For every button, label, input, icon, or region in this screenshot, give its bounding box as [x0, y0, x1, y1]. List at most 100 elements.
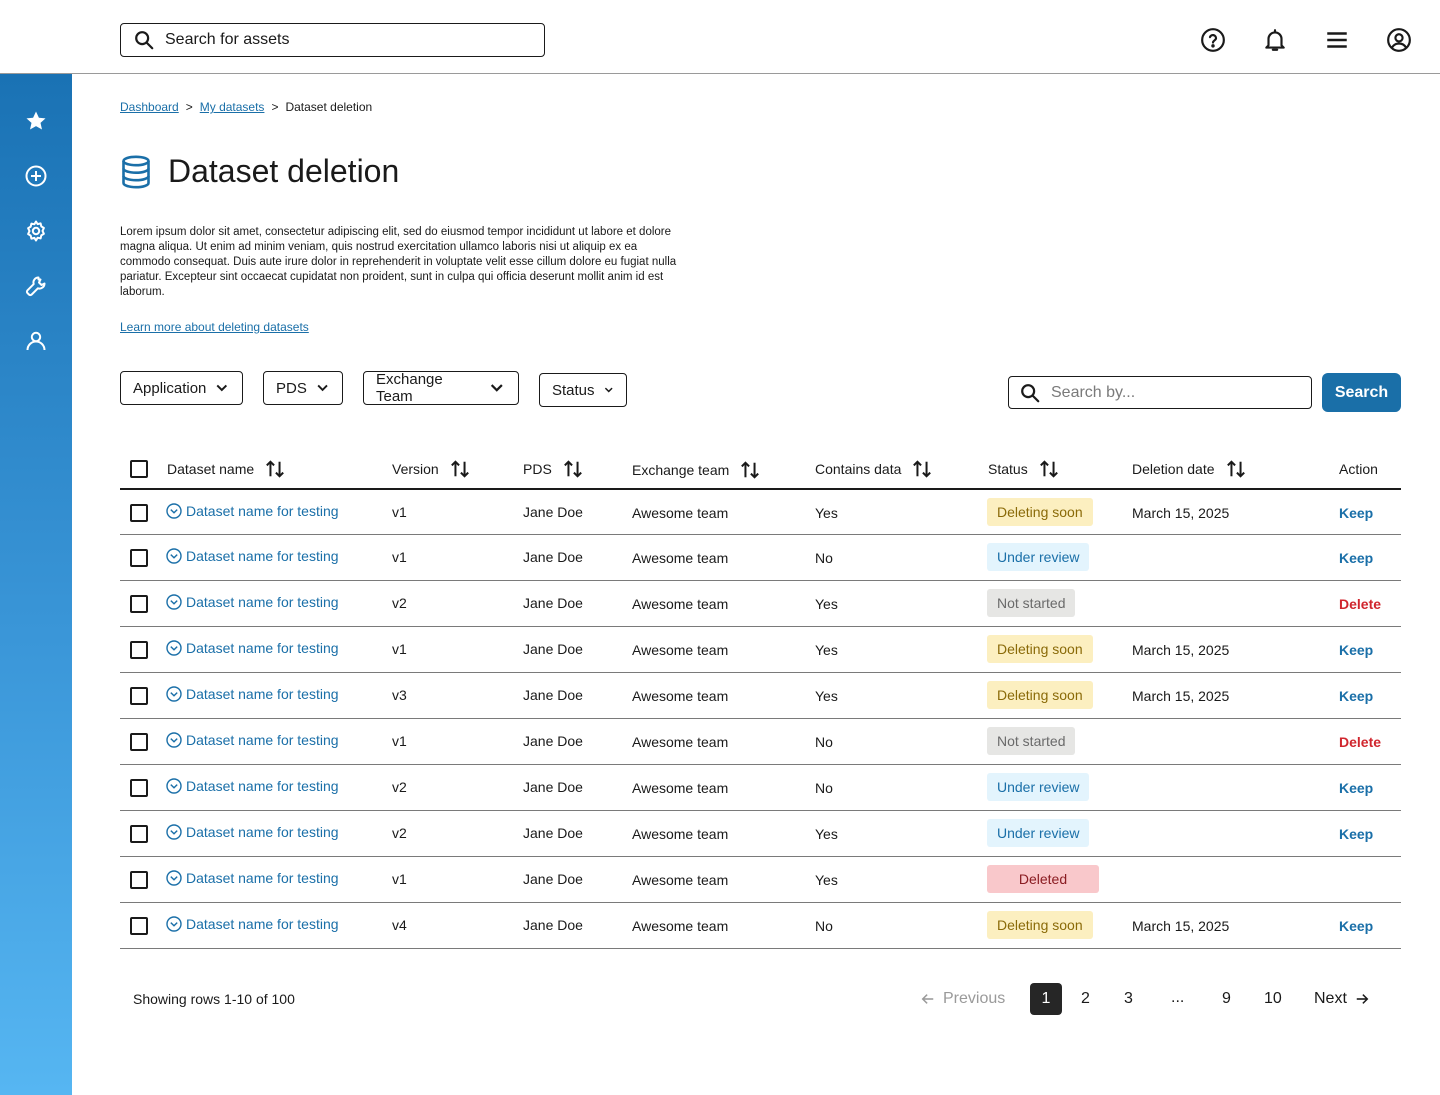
- sort-icon[interactable]: [562, 459, 584, 479]
- sort-icon[interactable]: [1038, 459, 1060, 479]
- global-search[interactable]: [120, 23, 545, 57]
- table-row: Dataset name for testing v4 Jane Doe Awesom…: [120, 903, 1401, 949]
- previous-page-button[interactable]: Previous: [921, 990, 1005, 1008]
- keep-action-button[interactable]: Keep: [1339, 642, 1373, 658]
- search-icon: [1021, 383, 1040, 402]
- column-header-contains-data[interactable]: Contains data: [815, 459, 933, 479]
- sort-icon[interactable]: [911, 459, 933, 479]
- sort-icon[interactable]: [1225, 459, 1247, 479]
- version-cell: v1: [392, 641, 407, 657]
- chevron-down-icon: [216, 384, 228, 392]
- dataset-name-link[interactable]: Dataset name for testing: [166, 503, 339, 519]
- delete-action-button[interactable]: Delete: [1339, 734, 1381, 750]
- filter-exchange-team[interactable]: Exchange Team: [363, 371, 519, 405]
- previous-label: Previous: [943, 990, 1006, 1007]
- row-checkbox[interactable]: [130, 779, 148, 797]
- gear-icon[interactable]: [24, 220, 48, 242]
- filter-application[interactable]: Application: [120, 371, 243, 405]
- dataset-name: Dataset name for testing: [186, 732, 339, 748]
- page-header: Dataset deletion: [120, 153, 399, 190]
- row-checkbox[interactable]: [130, 825, 148, 843]
- column-header-action: Action: [1339, 461, 1378, 477]
- dataset-name-link[interactable]: Dataset name for testing: [166, 870, 339, 886]
- select-all-checkbox[interactable]: [130, 460, 148, 478]
- dataset-name-link[interactable]: Dataset name for testing: [166, 686, 339, 702]
- column-label: Action: [1339, 461, 1378, 477]
- column-header-exchange-team[interactable]: Exchange team: [632, 460, 761, 480]
- table-row: Dataset name for testing v1 Jane Doe Awesom…: [120, 490, 1401, 535]
- breadcrumb-my-datasets-link[interactable]: My datasets: [200, 100, 265, 114]
- contains-data-cell: No: [815, 734, 833, 750]
- database-icon: [122, 155, 150, 189]
- column-header-deletion-date[interactable]: Deletion date: [1132, 459, 1247, 479]
- contains-data-cell: Yes: [815, 872, 838, 888]
- user-icon[interactable]: [24, 330, 48, 352]
- keep-action-button[interactable]: Keep: [1339, 780, 1373, 796]
- star-icon[interactable]: [24, 110, 48, 132]
- bell-icon[interactable]: [1262, 25, 1288, 55]
- page-1-button[interactable]: 1: [1030, 983, 1062, 1015]
- dataset-name-link[interactable]: Dataset name for testing: [166, 548, 339, 564]
- delete-action-button[interactable]: Delete: [1339, 596, 1381, 612]
- sort-icon[interactable]: [264, 459, 286, 479]
- column-header-pds[interactable]: PDS: [523, 459, 584, 479]
- table-search[interactable]: [1008, 376, 1312, 409]
- dataset-name-link[interactable]: Dataset name for testing: [166, 732, 339, 748]
- dataset-name-link[interactable]: Dataset name for testing: [166, 916, 339, 932]
- add-circle-icon[interactable]: [24, 165, 48, 187]
- dataset-name-link[interactable]: Dataset name for testing: [166, 640, 339, 656]
- keep-action-button[interactable]: Keep: [1339, 918, 1373, 934]
- row-checkbox[interactable]: [130, 917, 148, 935]
- datasets-table: Dataset name Version PDS Exchange team C…: [120, 446, 1401, 949]
- column-header-status[interactable]: Status: [988, 459, 1060, 479]
- dataset-name-link[interactable]: Dataset name for testing: [166, 778, 339, 794]
- keep-action-button[interactable]: Keep: [1339, 550, 1373, 566]
- dataset-name-link[interactable]: Dataset name for testing: [166, 824, 339, 840]
- contains-data-cell: Yes: [815, 596, 838, 612]
- filter-status[interactable]: Status: [539, 373, 627, 407]
- pds-cell: Jane Doe: [523, 549, 583, 565]
- pds-cell: Jane Doe: [523, 504, 583, 520]
- dataset-name: Dataset name for testing: [186, 640, 339, 656]
- account-icon[interactable]: [1386, 25, 1412, 55]
- row-checkbox[interactable]: [130, 504, 148, 522]
- page-2-button[interactable]: 2: [1081, 990, 1090, 1008]
- page-9-button[interactable]: 9: [1222, 990, 1231, 1008]
- dataset-name-link[interactable]: Dataset name for testing: [166, 594, 339, 610]
- dataset-name: Dataset name for testing: [186, 548, 339, 564]
- table-row: Dataset name for testing v1 Jane Doe Awesom…: [120, 857, 1401, 903]
- version-cell: v2: [392, 779, 407, 795]
- help-icon[interactable]: [1200, 25, 1226, 55]
- wrench-icon[interactable]: [24, 275, 48, 297]
- column-header-version[interactable]: Version: [392, 459, 471, 479]
- column-header-dataset-name[interactable]: Dataset name: [167, 459, 286, 479]
- breadcrumb-dashboard-link[interactable]: Dashboard: [120, 100, 179, 114]
- chevron-circle-icon: [166, 503, 182, 519]
- row-checkbox[interactable]: [130, 733, 148, 751]
- row-checkbox[interactable]: [130, 641, 148, 659]
- sort-icon[interactable]: [449, 459, 471, 479]
- search-button[interactable]: Search: [1322, 373, 1401, 412]
- global-search-input[interactable]: [165, 31, 525, 49]
- keep-action-button[interactable]: Keep: [1339, 505, 1373, 521]
- keep-action-button[interactable]: Keep: [1339, 826, 1373, 842]
- chevron-circle-icon: [166, 732, 182, 748]
- row-checkbox[interactable]: [130, 687, 148, 705]
- page-title: Dataset deletion: [168, 153, 400, 189]
- sort-icon[interactable]: [739, 460, 761, 480]
- keep-action-button[interactable]: Keep: [1339, 688, 1373, 704]
- table-row: Dataset name for testing v2 Jane Doe Awesom…: [120, 811, 1401, 857]
- row-checkbox[interactable]: [130, 549, 148, 567]
- dataset-name: Dataset name for testing: [186, 594, 339, 610]
- learn-more-link[interactable]: Learn more about deleting datasets: [120, 320, 309, 334]
- chevron-circle-icon: [166, 548, 182, 564]
- table-search-input[interactable]: [1051, 383, 1301, 402]
- page-3-button[interactable]: 3: [1124, 990, 1133, 1008]
- page-10-button[interactable]: 10: [1264, 990, 1282, 1008]
- row-checkbox[interactable]: [130, 595, 148, 613]
- menu-icon[interactable]: [1324, 25, 1350, 55]
- sidebar: [0, 74, 72, 1095]
- filter-pds[interactable]: PDS: [263, 371, 343, 405]
- row-checkbox[interactable]: [130, 871, 148, 889]
- next-page-button[interactable]: Next: [1314, 990, 1369, 1008]
